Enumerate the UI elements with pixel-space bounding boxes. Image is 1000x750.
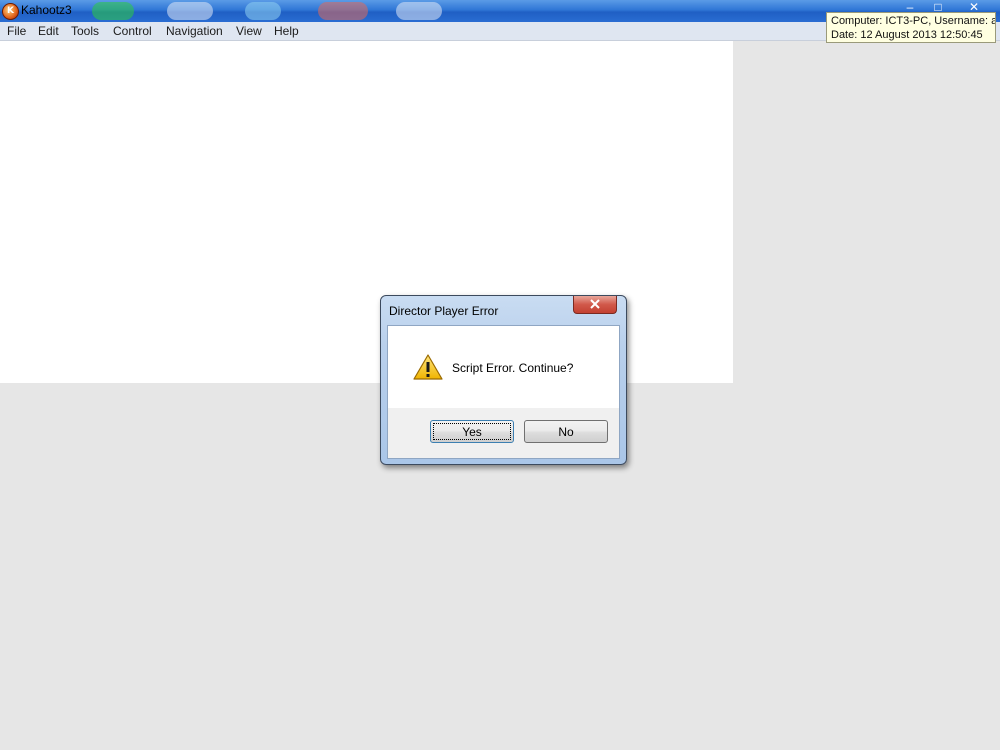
no-button[interactable]: No — [524, 420, 608, 443]
yes-button[interactable]: Yes — [430, 420, 514, 443]
taskbar-blob — [167, 2, 213, 20]
app-icon[interactable]: K — [2, 3, 19, 20]
menu-item-navigation[interactable]: Navigation — [166, 24, 223, 38]
session-info-box: Computer: ICT3-PC, Username: aa Date: 12… — [826, 12, 996, 43]
date-time-text: Date: 12 August 2013 12:50:45 — [831, 29, 983, 41]
dialog-close-button[interactable] — [573, 296, 617, 314]
dialog-title: Director Player Error — [389, 304, 499, 318]
menu-item-edit[interactable]: Edit — [38, 24, 59, 38]
dialog-button-bar: Yes No — [388, 408, 619, 458]
window-title: Kahootz3 — [21, 3, 72, 17]
menu-item-tools[interactable]: Tools — [71, 24, 99, 38]
menu-item-view[interactable]: View — [236, 24, 262, 38]
menu-item-help[interactable]: Help — [274, 24, 299, 38]
application-screen: K Kahootz3 – □ ✕ File Edit Tools Control… — [0, 0, 1000, 750]
error-dialog: Director Player Error Script Error. Cont… — [380, 295, 627, 465]
taskbar-blob — [396, 2, 442, 20]
computer-username-text: Computer: ICT3-PC, Username: aa — [831, 15, 996, 27]
taskbar-blob — [92, 2, 134, 20]
close-icon — [590, 299, 600, 309]
dialog-body: Script Error. Continue? Yes No — [387, 325, 620, 459]
taskbar-blob — [318, 2, 368, 20]
dialog-message: Script Error. Continue? — [452, 361, 574, 375]
menu-item-file[interactable]: File — [7, 24, 26, 38]
taskbar-blob — [245, 2, 281, 20]
warning-icon — [413, 354, 443, 380]
menu-item-control[interactable]: Control — [113, 24, 152, 38]
